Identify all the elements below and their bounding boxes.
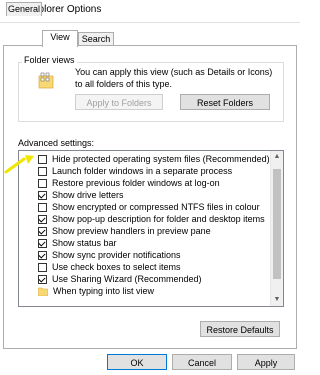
checkbox[interactable]: [38, 154, 47, 164]
title-bar: File Explorer Options: [0, 0, 300, 23]
scroll-up-arrow-icon[interactable]: ▲: [271, 151, 283, 163]
checkbox[interactable]: [38, 250, 47, 260]
checkbox[interactable]: [38, 178, 47, 188]
folder-views-label: Folder views: [22, 55, 77, 65]
setting-label: Show encrypted or compressed NTFS files …: [52, 202, 260, 212]
setting-label: Show drive letters: [52, 190, 124, 200]
setting-label: Hide protected operating system files (R…: [52, 154, 270, 164]
checkbox[interactable]: [38, 166, 47, 176]
checkbox[interactable]: [38, 190, 47, 200]
setting-label: Use Sharing Wizard (Recommended): [52, 274, 202, 284]
setting-show-sync-notifications[interactable]: Show sync provider notifications: [38, 249, 268, 261]
setting-use-sharing-wizard[interactable]: Use Sharing Wizard (Recommended): [38, 273, 268, 285]
checkbox[interactable]: [38, 202, 47, 212]
setting-show-encrypted-colour[interactable]: Show encrypted or compressed NTFS files …: [38, 201, 268, 213]
checkbox[interactable]: [38, 214, 47, 224]
file-explorer-options-window: File Explorer Options General View Searc…: [0, 0, 300, 375]
folder-views-description: You can apply this view (such as Details…: [75, 67, 273, 89]
restore-defaults-button[interactable]: Restore Defaults: [200, 321, 280, 337]
folder-icon: [38, 287, 48, 296]
setting-label: Use check boxes to select items: [52, 262, 181, 272]
checkbox[interactable]: [38, 226, 47, 236]
apply-button[interactable]: Apply: [237, 354, 295, 370]
ok-button[interactable]: OK: [107, 354, 167, 370]
setting-label: Launch folder windows in a separate proc…: [52, 166, 233, 176]
setting-when-typing-list-view[interactable]: When typing into list view: [38, 285, 268, 297]
scroll-thumb[interactable]: [273, 169, 281, 279]
setting-restore-previous-windows[interactable]: Restore previous folder windows at log-o…: [38, 177, 268, 189]
advanced-settings-label: Advanced settings:: [18, 138, 95, 148]
setting-label: Show pop-up description for folder and d…: [52, 214, 265, 224]
setting-use-check-boxes[interactable]: Use check boxes to select items: [38, 261, 268, 273]
checkbox[interactable]: [38, 238, 47, 248]
scroll-down-arrow-icon[interactable]: ▼: [271, 294, 283, 306]
setting-label: Show status bar: [52, 238, 117, 248]
apply-to-folders-button[interactable]: Apply to Folders: [75, 94, 163, 110]
setting-show-drive-letters[interactable]: Show drive letters: [38, 189, 268, 201]
setting-show-status-bar[interactable]: Show status bar: [38, 237, 268, 249]
checkbox[interactable]: [38, 262, 47, 272]
tab-general[interactable]: General: [6, 2, 42, 16]
setting-label: Restore previous folder windows at log-o…: [52, 178, 220, 188]
setting-label: Show preview handlers in preview pane: [52, 226, 211, 236]
yellow-arrow-icon: [4, 155, 34, 174]
cancel-button[interactable]: Cancel: [172, 354, 232, 370]
tab-view[interactable]: View: [42, 30, 78, 47]
setting-launch-separate-process[interactable]: Launch folder windows in a separate proc…: [38, 165, 268, 177]
setting-label: When typing into list view: [53, 286, 155, 296]
folder-views-icon: [38, 72, 54, 89]
setting-show-popup-description[interactable]: Show pop-up description for folder and d…: [38, 213, 268, 225]
setting-label: Show sync provider notifications: [52, 250, 181, 260]
advanced-settings-scrollbar[interactable]: ▲ ▼: [270, 151, 283, 306]
checkbox[interactable]: [38, 274, 47, 284]
setting-show-preview-handlers[interactable]: Show preview handlers in preview pane: [38, 225, 268, 237]
setting-hide-protected-files[interactable]: Hide protected operating system files (R…: [38, 153, 270, 165]
tab-search[interactable]: Search: [78, 32, 114, 46]
reset-folders-button[interactable]: Reset Folders: [180, 94, 270, 110]
